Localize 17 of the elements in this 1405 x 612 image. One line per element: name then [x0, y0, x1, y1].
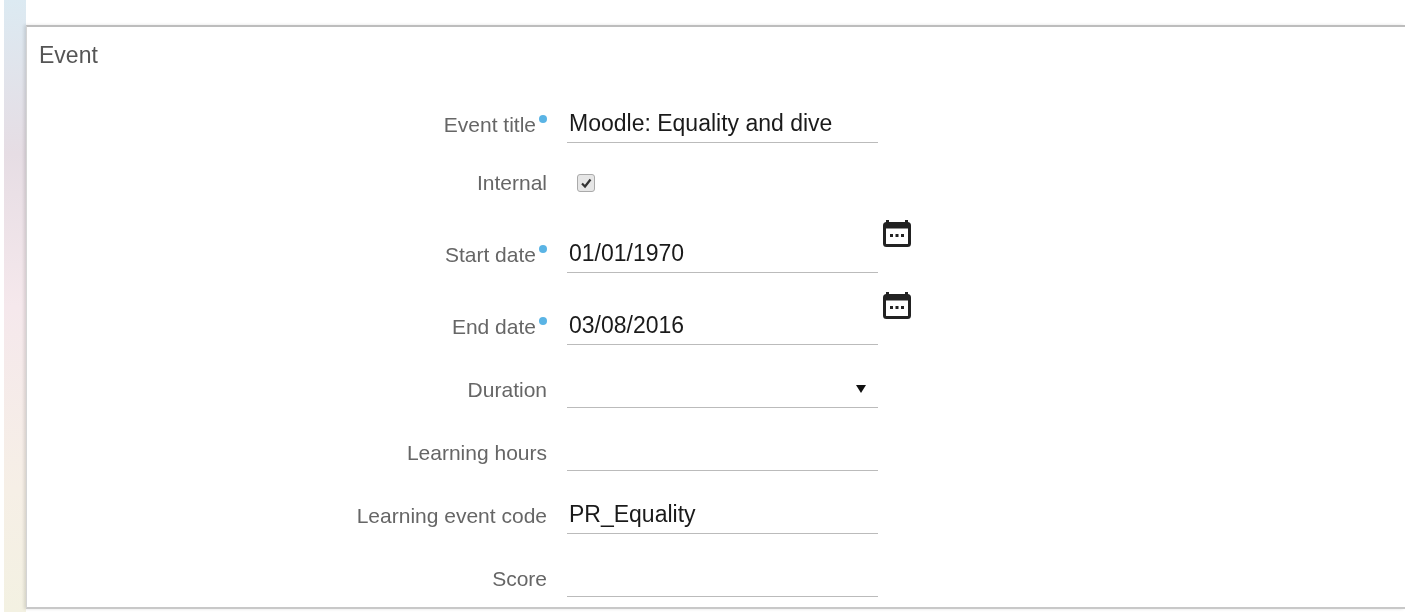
- section-title: Event: [38, 41, 99, 70]
- checkbox[interactable]: [577, 174, 595, 192]
- field-label: Score: [492, 567, 547, 591]
- field-label: Duration: [467, 378, 547, 402]
- field-label: End date: [451, 315, 536, 339]
- field-label: Event title: [443, 113, 536, 137]
- caret-icon: [856, 384, 866, 393]
- calendar-icon[interactable]: [882, 219, 912, 249]
- calendar-icon[interactable]: [882, 291, 912, 321]
- date-field[interactable]: 01/01/1970: [567, 235, 878, 273]
- text-field[interactable]: Moodle: Equality and dive: [567, 105, 878, 143]
- field-label: Internal: [476, 171, 547, 195]
- field-label: Learning hours: [406, 441, 547, 465]
- field-label: Start date: [444, 243, 536, 267]
- date-field[interactable]: 03/08/2016: [567, 307, 878, 345]
- text-field[interactable]: PR_Equality: [567, 496, 878, 534]
- field-label: Learning event code: [356, 504, 547, 528]
